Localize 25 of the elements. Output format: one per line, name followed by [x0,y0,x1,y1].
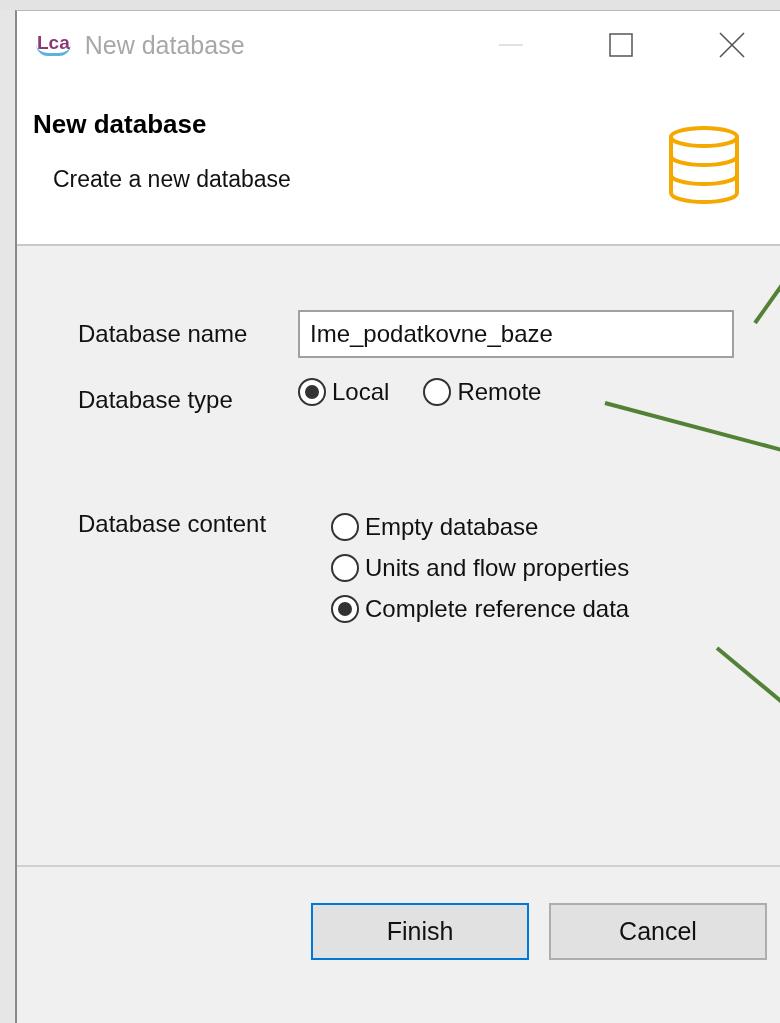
maximize-icon[interactable] [609,33,633,57]
field-label: Database name [78,320,249,348]
window-title: New database [84,30,245,60]
radio-option[interactable]: Remote [423,378,542,406]
leader-line [715,646,780,704]
radio-option[interactable]: Units and flow properties [331,554,630,582]
header-description: Create a new database [53,166,291,193]
dialog-button[interactable]: Finish [311,903,529,960]
database-icon [668,125,740,205]
radio-button[interactable] [423,378,452,406]
radio-option[interactable]: Empty database [331,513,630,541]
radio-button[interactable] [331,595,359,623]
app-logo: Lca [36,34,71,56]
field-label: Database content [78,510,268,538]
leader-line [753,283,780,325]
close-icon[interactable] [719,32,745,58]
dialog-button[interactable]: Cancel [549,903,767,960]
header-title: New database [33,109,208,140]
radio-button[interactable] [331,513,359,541]
radio-button[interactable] [298,378,326,406]
radio-option[interactable]: Local [298,378,390,406]
field-label: Database type [78,385,234,414]
database-name-field[interactable]: Ime_podatkovne_baze [298,310,734,358]
radio-option[interactable]: Complete reference data [331,595,630,623]
radio-button[interactable] [331,554,359,582]
